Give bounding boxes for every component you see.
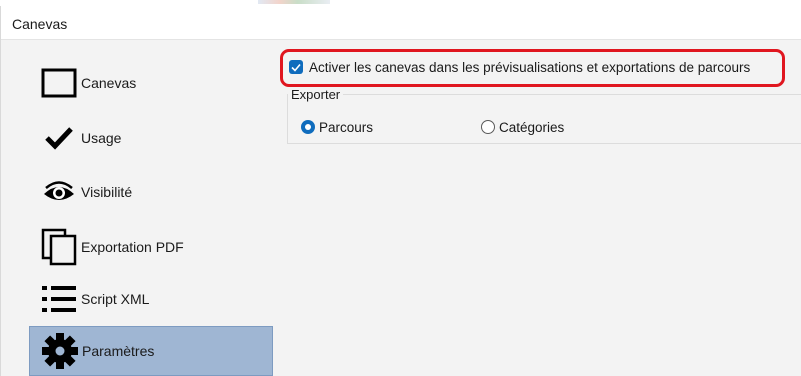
sidebar-item-visibilite[interactable]: Visibilité (29, 167, 273, 217)
radio-categories-label[interactable]: Catégories (499, 120, 564, 135)
sidebar: Canevas Usage Visibilité Exportation PDF… (1, 41, 280, 376)
sidebar-item-script-xml[interactable]: Script XML (29, 274, 273, 324)
radio-categories[interactable]: Catégories (481, 118, 564, 136)
sidebar-item-label: Usage (81, 130, 122, 146)
settings-dialog: Canevas Canevas Usage Visibilité Exporta… (0, 6, 801, 376)
background-app-fragment (258, 0, 330, 4)
export-group-legend: Exporter (288, 87, 344, 102)
sidebar-item-label: Exportation PDF (81, 239, 184, 255)
radio-parcours[interactable]: Parcours (301, 118, 373, 136)
sidebar-item-label: Canevas (81, 75, 137, 91)
radio-parcours-label[interactable]: Parcours (319, 120, 373, 135)
radio-unselected-icon[interactable] (481, 120, 495, 134)
enable-canevas-checkbox[interactable]: Activer les canevas dans les prévisualis… (289, 57, 750, 77)
enable-canevas-label[interactable]: Activer les canevas dans les prévisualis… (309, 60, 750, 75)
settings-panel: Activer les canevas dans les prévisualis… (280, 41, 801, 376)
sidebar-item-canevas[interactable]: Canevas (29, 58, 273, 108)
title-bar: Canevas (1, 6, 801, 40)
eye-icon (39, 172, 79, 212)
radio-selected-icon[interactable] (301, 120, 315, 134)
window-title: Canevas (12, 16, 68, 32)
list-icon (39, 279, 79, 319)
checkmark-icon (39, 118, 79, 158)
sidebar-item-usage[interactable]: Usage (29, 113, 273, 163)
sidebar-item-label: Visibilité (81, 184, 133, 200)
sidebar-item-label: Script XML (81, 291, 150, 307)
copy-pages-icon (39, 227, 79, 267)
gear-icon (40, 331, 80, 371)
sidebar-item-label: Paramètres (82, 343, 155, 359)
sidebar-item-parametres[interactable]: Paramètres (29, 326, 273, 376)
rectangle-icon (39, 63, 79, 103)
sidebar-item-exportation-pdf[interactable]: Exportation PDF (29, 222, 273, 272)
checkbox-checked-icon[interactable] (289, 60, 303, 74)
